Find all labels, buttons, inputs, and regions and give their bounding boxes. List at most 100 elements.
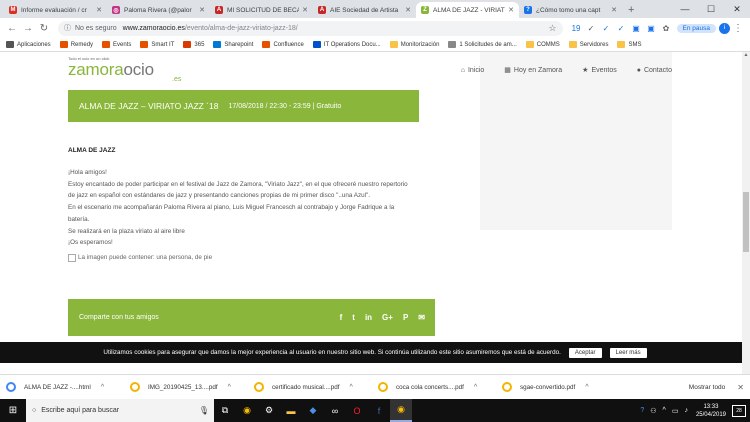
email-icon[interactable]: ✉ bbox=[418, 313, 425, 322]
scrollbar-thumb[interactable] bbox=[743, 192, 749, 252]
bookmark-item[interactable]: Smart IT bbox=[140, 41, 174, 48]
close-downloads-icon[interactable]: ✕ bbox=[737, 383, 744, 392]
site-logo[interactable]: Todo el ocio en un click zamoraocio .es bbox=[68, 56, 181, 83]
chrome-active-icon[interactable]: ◉ bbox=[390, 399, 412, 422]
chevron-up-icon[interactable]: ^ bbox=[474, 384, 477, 391]
description-line: En el escenario me acompañarán Paloma Ri… bbox=[68, 204, 395, 212]
nav-item[interactable]: ⌂ Inicio bbox=[461, 66, 485, 74]
bookmark-item[interactable]: Confluence bbox=[262, 41, 304, 48]
address-bar[interactable]: ⓘ No es seguro www.zamoraocio.es/evento/… bbox=[58, 20, 563, 36]
bookmark-label: 1 Solicitudes de am... bbox=[459, 41, 517, 48]
close-tab-icon[interactable]: ✕ bbox=[302, 6, 308, 14]
network-icon[interactable]: ▭ bbox=[672, 407, 679, 415]
logo-domain: .es bbox=[172, 76, 182, 83]
download-item[interactable]: coca cola concerts....pdf ^ bbox=[378, 382, 502, 392]
confluence-icon bbox=[262, 41, 271, 48]
browser-tab[interactable]: ? ¿Cómo tomo una capt ✕ bbox=[519, 2, 622, 18]
download-item[interactable]: certificado musical....pdf ^ bbox=[254, 382, 378, 392]
people-icon[interactable]: ⚇ bbox=[650, 407, 656, 415]
nav-item[interactable]: ★ Eventos bbox=[582, 66, 617, 75]
reload-button[interactable]: ↻ bbox=[36, 23, 52, 34]
download-item[interactable]: IMG_20190425_13....pdf ^ bbox=[130, 382, 254, 392]
download-item[interactable]: sgae-convertido.pdf ^ bbox=[502, 382, 626, 392]
bookmark-item[interactable]: IT Operations Docu... bbox=[312, 41, 381, 48]
nav-label: Inicio bbox=[467, 66, 485, 74]
minimize-button[interactable]: — bbox=[672, 0, 698, 18]
bookmark-item[interactable]: Monitorización bbox=[389, 41, 439, 48]
browser-tab[interactable]: M Informe evaluación / cr ✕ bbox=[4, 2, 107, 18]
bookmark-item[interactable]: Remedy bbox=[59, 41, 93, 48]
chevron-up-icon[interactable]: ^ bbox=[585, 384, 588, 391]
help-icon[interactable]: ? bbox=[640, 407, 644, 414]
chrome-app-icon[interactable]: ◉ bbox=[236, 405, 258, 416]
browser-menu-button[interactable]: ⋮ bbox=[730, 23, 746, 34]
chevron-up-icon[interactable]: ^ bbox=[101, 384, 104, 391]
bookmark-item[interactable]: SMS bbox=[617, 41, 641, 48]
maximize-button[interactable]: ☐ bbox=[698, 0, 724, 18]
download-item[interactable]: ALMA DE JAZZ -....html ^ bbox=[6, 382, 130, 392]
settings-app-icon[interactable]: ⚙ bbox=[258, 405, 280, 416]
cookie-banner: Utilizamos cookies para asegurar que dam… bbox=[0, 342, 750, 363]
bookmark-item[interactable]: COMMS bbox=[525, 41, 560, 48]
extension-check-icon[interactable]: ✓ bbox=[599, 22, 614, 34]
browser-tab[interactable]: A AIE Sociedad de Artista ✕ bbox=[313, 2, 416, 18]
facebook-icon[interactable]: f bbox=[340, 313, 343, 322]
facebook-app-icon[interactable]: f bbox=[368, 406, 390, 416]
close-tab-icon[interactable]: ✕ bbox=[199, 6, 205, 14]
tab-title: MI SOLICITUD DE BECA bbox=[227, 6, 300, 14]
task-view-icon[interactable]: ⧉ bbox=[214, 405, 236, 416]
chevron-up-icon[interactable]: ^ bbox=[350, 384, 353, 391]
forward-button[interactable]: → bbox=[20, 23, 36, 34]
bookmark-item[interactable]: Servidores bbox=[568, 41, 608, 48]
new-tab-button[interactable]: + bbox=[622, 4, 640, 16]
chevron-up-icon[interactable]: ^ bbox=[228, 384, 231, 391]
link-app-icon[interactable]: ∞ bbox=[324, 406, 346, 416]
bookmark-item[interactable]: 365 bbox=[183, 41, 204, 48]
microphone-icon[interactable]: 🎙 bbox=[199, 406, 209, 415]
notifications-icon[interactable]: 28 bbox=[732, 404, 746, 417]
taskbar-clock[interactable]: 13:33 25/04/2019 bbox=[696, 403, 726, 419]
scroll-up-arrow-icon[interactable]: ▲ bbox=[742, 52, 750, 60]
page-scrollbar[interactable]: ▲ bbox=[742, 52, 750, 382]
close-tab-icon[interactable]: ✕ bbox=[508, 6, 514, 14]
linkedin-icon[interactable]: in bbox=[365, 313, 372, 322]
pinterest-icon[interactable]: P bbox=[403, 313, 408, 322]
browser-tab[interactable]: ◎ Paloma Rivera (@palor ✕ bbox=[107, 2, 210, 18]
windows-start-icon[interactable]: ⊞ bbox=[0, 405, 26, 416]
bookmark-item[interactable]: 1 Solicitudes de am... bbox=[448, 41, 517, 48]
extension-icon[interactable]: 19 bbox=[569, 22, 584, 34]
dropbox-icon[interactable]: ◆ bbox=[302, 405, 324, 416]
close-window-button[interactable]: ✕ bbox=[724, 0, 750, 18]
opera-icon[interactable]: O bbox=[346, 406, 368, 416]
close-tab-icon[interactable]: ✕ bbox=[96, 6, 102, 14]
chevron-up-icon[interactable]: ^ bbox=[663, 407, 666, 414]
bookmark-item[interactable]: Events bbox=[102, 41, 131, 48]
taskbar-search-box[interactable]: ○ Escribe aquí para buscar 🎙 bbox=[26, 399, 214, 422]
bookmark-item[interactable]: Aplicaciones bbox=[6, 41, 51, 48]
bookmark-star-icon[interactable]: ☆ bbox=[548, 23, 556, 34]
close-tab-icon[interactable]: ✕ bbox=[405, 6, 411, 14]
browser-tab[interactable]: A MI SOLICITUD DE BECA ✕ bbox=[210, 2, 313, 18]
cookie-read-more-button[interactable]: Leer más bbox=[609, 347, 647, 358]
browser-tab[interactable]: Z ALMA DE JAZZ - VIRIAT ✕ bbox=[416, 2, 519, 18]
file-explorer-icon[interactable]: ▬ bbox=[280, 406, 302, 416]
twitter-icon[interactable]: t bbox=[352, 313, 355, 322]
extension-check-icon[interactable]: ✓ bbox=[584, 22, 599, 34]
extension-check-icon[interactable]: ✓ bbox=[614, 22, 629, 34]
nav-item[interactable]: ● Contacto bbox=[637, 66, 672, 74]
search-icon: ○ bbox=[32, 407, 37, 414]
extension-square-icon[interactable]: ▣ bbox=[629, 22, 644, 34]
show-all-downloads-button[interactable]: Mostrar todo bbox=[689, 384, 726, 391]
nav-item[interactable]: ▦ Hoy en Zamora bbox=[504, 66, 562, 75]
back-button[interactable]: ← bbox=[4, 23, 20, 34]
volume-icon[interactable]: ♪ bbox=[684, 407, 688, 414]
extension-settings-icon[interactable]: ✿ bbox=[659, 22, 674, 34]
info-icon[interactable]: ⓘ bbox=[64, 23, 71, 33]
extension-square-icon[interactable]: ▣ bbox=[644, 22, 659, 34]
profile-avatar[interactable]: i bbox=[719, 22, 730, 34]
cookie-accept-button[interactable]: Aceptar bbox=[568, 347, 602, 358]
close-tab-icon[interactable]: ✕ bbox=[611, 6, 617, 14]
bookmark-item[interactable]: Sharepoint bbox=[213, 41, 253, 48]
sync-paused-button[interactable]: En pausa bbox=[676, 23, 716, 33]
googleplus-icon[interactable]: G+ bbox=[382, 313, 393, 322]
